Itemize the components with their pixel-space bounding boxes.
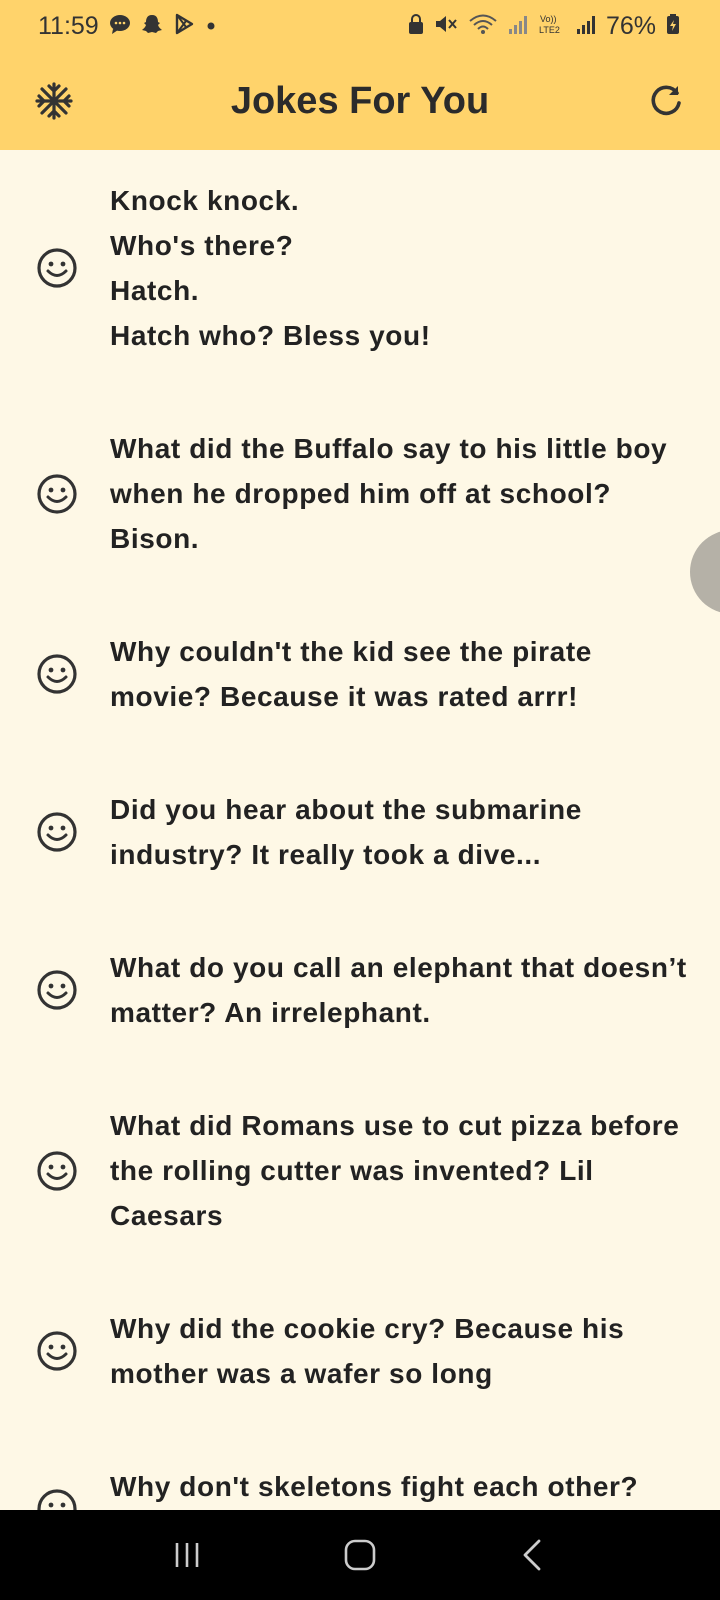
battery-icon <box>666 13 680 39</box>
status-left: 11:59 <box>38 12 217 41</box>
status-bar: 11:59 Vo)) LTE2 76% <box>0 0 720 52</box>
chat-bubble-icon <box>109 13 131 39</box>
refresh-button[interactable] <box>644 79 688 123</box>
joke-list-container[interactable]: Knock knock. Who's there? Hatch. Hatch w… <box>0 150 720 1510</box>
app-bar: Jokes For You <box>0 52 720 150</box>
list-item[interactable]: What did Romans use to cut pizza before … <box>0 1075 720 1278</box>
smiley-icon <box>37 970 77 1010</box>
dot-icon <box>205 16 217 36</box>
joke-list: Knock knock. Who's there? Hatch. Hatch w… <box>0 150 720 1510</box>
snapchat-icon <box>141 13 163 39</box>
recent-apps-button[interactable] <box>157 1525 217 1585</box>
play-store-icon <box>173 13 195 39</box>
smiley-icon <box>37 812 77 852</box>
joke-text: What do you call an elephant that doesn’… <box>110 952 687 1028</box>
list-item[interactable]: Did you hear about the submarine industr… <box>0 759 720 917</box>
volte-icon: Vo)) LTE2 <box>538 13 566 39</box>
smiley-icon <box>37 248 77 288</box>
smiley-icon <box>37 1331 77 1371</box>
joke-text: Did you hear about the submarine industr… <box>110 794 582 870</box>
back-button[interactable] <box>503 1525 563 1585</box>
back-icon <box>523 1539 541 1571</box>
list-item[interactable]: What did the Buffalo say to his little b… <box>0 398 720 601</box>
svg-text:LTE2: LTE2 <box>539 25 560 35</box>
smiley-icon <box>37 1150 77 1191</box>
joke-text: Why couldn't the kid see the pirate movi… <box>110 636 592 712</box>
home-button[interactable] <box>330 1525 390 1585</box>
mute-icon <box>434 13 458 39</box>
joke-text: Knock knock. Who's there? Hatch. Hatch w… <box>110 185 431 351</box>
smiley-icon <box>37 1489 77 1510</box>
list-item[interactable]: What do you call an elephant that doesn’… <box>0 917 720 1075</box>
smiley-icon <box>37 654 77 694</box>
joke-text: What did Romans use to cut pizza before … <box>110 1110 680 1231</box>
app-title: Jokes For You <box>230 79 490 122</box>
joke-text: Why did the cookie cry? Because his moth… <box>110 1313 625 1389</box>
recent-apps-icon <box>175 1543 198 1567</box>
home-icon <box>344 1539 376 1571</box>
status-right: Vo)) LTE2 76% <box>408 12 680 41</box>
svg-text:Vo)): Vo)) <box>540 14 557 24</box>
battery-percent: 76% <box>605 11 656 40</box>
refresh-icon <box>651 85 681 116</box>
wifi-icon <box>468 13 498 39</box>
list-item[interactable]: Why did the cookie cry? Because his moth… <box>0 1278 720 1436</box>
signal-icon <box>508 13 528 39</box>
signal-icon <box>576 13 596 39</box>
snowflake-icon <box>35 82 73 120</box>
navigation-bar <box>0 1510 720 1600</box>
lock-icon <box>408 13 424 39</box>
list-item[interactable]: Knock knock. Who's there? Hatch. Hatch w… <box>0 150 720 398</box>
list-item[interactable]: Why don't skeletons fight each other? Th… <box>0 1436 720 1510</box>
joke-text: Why don't skeletons fight each other? Th… <box>110 1471 639 1502</box>
list-item[interactable]: Why couldn't the kid see the pirate movi… <box>0 601 720 759</box>
theme-button[interactable] <box>32 79 76 123</box>
status-time: 11:59 <box>38 11 99 40</box>
joke-text: What did the Buffalo say to his little b… <box>110 433 668 554</box>
smiley-icon <box>37 473 77 514</box>
